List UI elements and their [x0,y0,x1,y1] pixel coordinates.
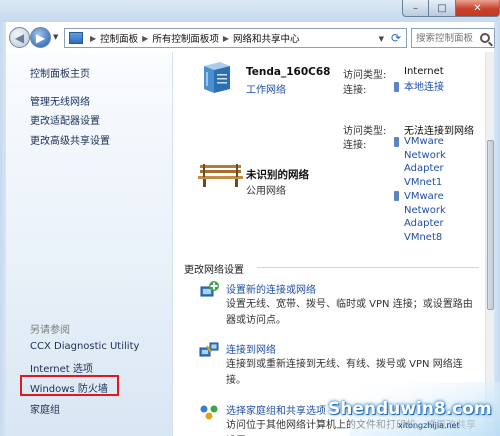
vertical-scrollbar[interactable] [485,52,494,436]
window-frame-right [494,22,500,436]
server-network-icon [204,62,230,93]
maximize-button[interactable]: □ [429,0,456,17]
address-bar[interactable]: ▶ 控制面板 ▶ 所有控制面板项 ▶ 网络和共享中心 ▼ ⟳ [64,28,407,48]
ethernet-icon [394,191,399,201]
search-box[interactable] [411,28,495,48]
main-content: Tenda_160C68 工作网络 访问类型: Internet 连接: 本地连… [174,52,485,436]
breadcrumb-control-panel[interactable]: 控制面板 [100,31,138,45]
breadcrumb-all-items[interactable]: 所有控制面板项 [152,31,219,45]
change-settings-title: 更改网络设置 [184,265,244,276]
sidebar-link-manage-wireless[interactable]: 管理无线网络 [30,93,90,108]
sidebar-link-homegroup[interactable]: 家庭组 [30,401,60,416]
sidebar-link-internet-options[interactable]: Internet 选项 [30,360,93,375]
breadcrumb-separator[interactable]: ▶ [142,34,148,43]
homegroup-icon [200,405,218,420]
sidebar-link-home[interactable]: 控制面板主页 [30,65,90,80]
network-1-type[interactable]: 工作网络 [246,81,286,96]
close-button[interactable]: ✕ [456,0,500,17]
breadcrumb-separator[interactable]: ▶ [223,34,229,43]
back-arrow-icon: ◀ [14,30,25,45]
sidebar-link-adapter-settings[interactable]: 更改适配器设置 [30,112,100,127]
bench-public-network-icon [198,164,243,187]
ethernet-icon [394,82,399,92]
address-dropdown-icon[interactable]: ▼ [379,35,384,43]
breadcrumb-network-center[interactable]: 网络和共享中心 [233,31,300,45]
forward-arrow-icon: ▶ [35,30,46,45]
network-1-access-value: Internet [404,66,444,77]
sidebar-link-ccx[interactable]: CCX Diagnostic Utility [30,341,139,352]
see-also-heading: 另请参阅 [30,325,70,336]
network-2-access-label: 访问类型: [343,126,387,137]
forward-button[interactable]: ▶ [30,27,51,48]
network-2-name: 未识别的网络 [246,169,309,181]
connect-to-network-link[interactable]: 连接到网络 [226,341,276,356]
network-2-connection-label: 连接: [343,140,367,151]
section-divider [257,267,479,268]
minimize-button[interactable]: – [402,0,429,17]
new-connection-icon [200,281,219,297]
setup-connection-link[interactable]: 设置新的连接或网络 [226,281,316,296]
connect-network-icon [199,342,219,357]
network-2-connection-link-vmnet8[interactable]: VMware Network Adapter VMnet8 [404,190,450,244]
setup-connection-desc: 设置无线、宽带、拨号、临时或 VPN 连接；或设置路由器或访问点。 [226,299,473,326]
breadcrumb-separator[interactable]: ▶ [90,34,96,43]
network-2-type: 公用网络 [246,186,286,197]
watermark-title: Shenduwin8.com [328,399,492,419]
search-input[interactable] [412,32,478,44]
control-panel-icon [69,32,83,44]
network-2-connection-link-vmnet1[interactable]: VMware Network Adapter VMnet1 [404,135,450,189]
recent-pages-dropdown[interactable]: ▼ [53,33,58,41]
network-1-connection-link[interactable]: 本地连接 [404,81,444,95]
network-1-name: Tenda_160C68 [246,66,331,78]
homegroup-sharing-link[interactable]: 选择家庭组和共享选项 [226,402,326,417]
network-1-connection-label: 连接: [343,85,367,96]
network-1-access-label: 访问类型: [343,70,387,81]
search-icon[interactable] [480,33,490,43]
watermark-subtitle: xitongzhijia.net [398,421,460,430]
sidebar-link-advanced-sharing[interactable]: 更改高级共享设置 [30,132,110,147]
refresh-icon[interactable]: ⟳ [389,31,403,45]
firewall-highlight-box [20,375,119,396]
ethernet-icon [394,137,399,147]
scrollbar-thumb[interactable] [487,140,494,310]
window-controls: – □ ✕ [402,0,500,17]
back-button[interactable]: ◀ [9,27,30,48]
